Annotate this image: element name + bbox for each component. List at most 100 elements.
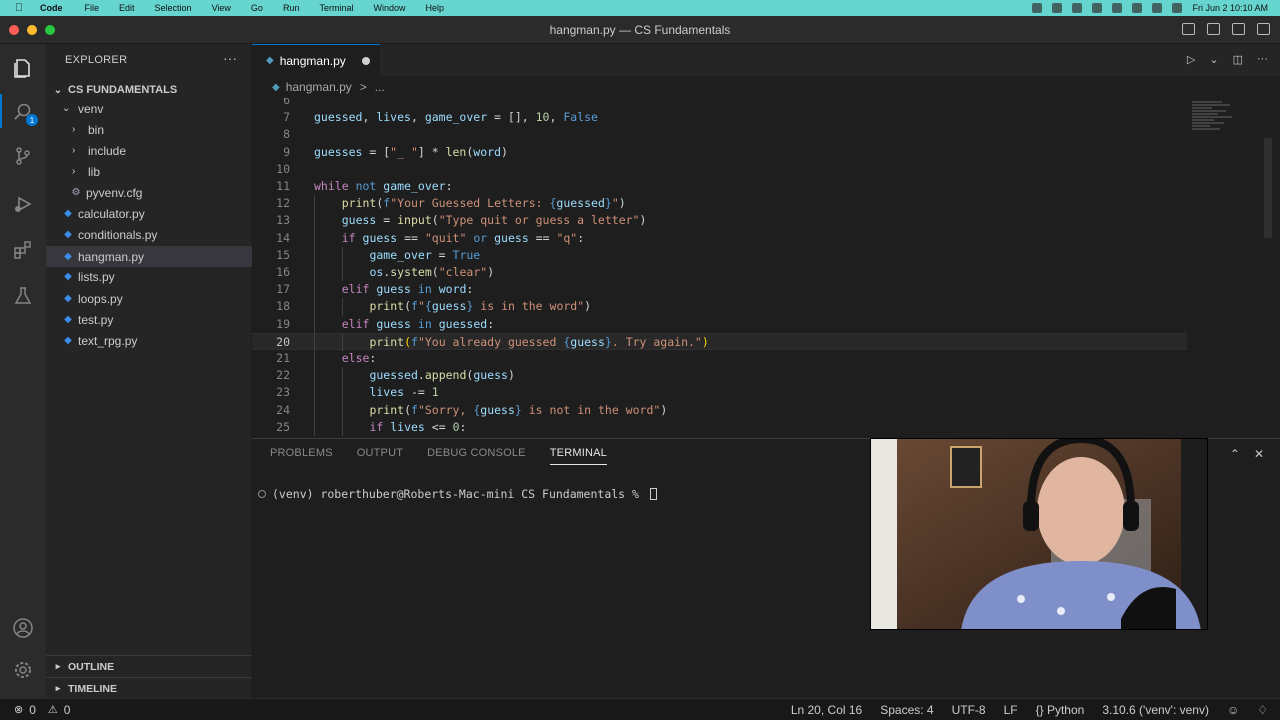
tree-file-pyvenv-cfg[interactable]: ⚙ pyvenv.cfg xyxy=(46,182,252,203)
user-icon[interactable] xyxy=(1172,3,1183,13)
code-line[interactable]: 15 game_over = True xyxy=(252,246,1187,264)
toggle-panel-icon[interactable] xyxy=(1207,23,1220,35)
notifications-bell-icon[interactable]: ♢ xyxy=(1257,703,1268,717)
customize-layout-icon[interactable] xyxy=(1257,23,1270,35)
tree-file-conditionals-py[interactable]: ◆ conditionals.py xyxy=(46,224,252,245)
code-line[interactable]: 11 while not game_over: xyxy=(252,178,1187,195)
code-line[interactable]: 7 guessed, lives, game_over = [], 10, Fal… xyxy=(252,109,1187,126)
code-line[interactable]: 13 guess = input("Type quit or guess a le… xyxy=(252,212,1187,230)
code-line[interactable]: 12 print(f"Your Guessed Letters: {guessed… xyxy=(252,195,1187,213)
tree-file-text-rpg-py[interactable]: ◆ text_rpg.py xyxy=(46,330,252,351)
code-text: while not game_over: xyxy=(314,179,453,193)
python-interpreter[interactable]: 3.10.6 ('venv': venv) xyxy=(1102,703,1209,717)
code-line[interactable]: 17 elif guess in word: xyxy=(252,281,1187,299)
control-center-icon[interactable] xyxy=(1152,3,1163,13)
menu-go[interactable]: Go xyxy=(251,3,263,13)
code-line[interactable]: 25 if lives <= 0: xyxy=(252,418,1187,436)
tab-debug-console[interactable]: DEBUG CONSOLE xyxy=(427,447,526,465)
menu-app-name[interactable]: Code xyxy=(40,3,63,13)
timeline-section-header[interactable]: ▸ TIMELINE xyxy=(46,677,252,699)
menu-view[interactable]: View xyxy=(212,3,231,13)
menubar-clock[interactable]: Fri Jun 2 10:10 AM xyxy=(1192,3,1268,13)
close-panel-icon[interactable]: ✕ xyxy=(1254,447,1264,461)
code-line[interactable]: 16 os.system("clear") xyxy=(252,264,1187,282)
explorer-more-actions[interactable]: ··· xyxy=(223,50,237,66)
tab-hangman-py[interactable]: ◆ hangman.py xyxy=(252,44,380,76)
code-line[interactable]: 19 elif guess in guessed: xyxy=(252,315,1187,333)
tree-file-calculator-py[interactable]: ◆ calculator.py xyxy=(46,203,252,224)
explorer-icon[interactable] xyxy=(11,56,35,80)
tree-file-test-py[interactable]: ◆ test.py xyxy=(46,309,252,330)
code-line[interactable]: 24 print(f"Sorry, {guess} is not in the w… xyxy=(252,401,1187,419)
tab-terminal[interactable]: TERMINAL xyxy=(549,447,607,465)
tab-problems[interactable]: PROBLEMS xyxy=(270,447,333,465)
indent-guide xyxy=(314,195,315,213)
feedback-icon[interactable]: ☺ xyxy=(1227,703,1239,717)
status-play-icon[interactable] xyxy=(1092,3,1103,13)
end-of-line[interactable]: LF xyxy=(1004,703,1018,717)
menu-terminal[interactable]: Terminal xyxy=(319,3,353,13)
apple-menu-icon[interactable]:  xyxy=(12,1,26,15)
code-line[interactable]: 20 print(f"You already guessed {guess}. T… xyxy=(252,332,1187,351)
extensions-icon[interactable] xyxy=(11,238,35,262)
spotlight-search-icon[interactable] xyxy=(1132,3,1143,13)
macos-menubar:  Code File Edit Selection View Go Run T… xyxy=(0,0,1280,16)
menu-help[interactable]: Help xyxy=(425,3,444,13)
minimap[interactable] xyxy=(1192,100,1236,140)
code-line[interactable]: 18 print(f"{guess} is in the word") xyxy=(252,298,1187,316)
status-record-icon[interactable] xyxy=(1072,3,1083,13)
tree-file-hangman-py[interactable]: ◆ hangman.py xyxy=(46,246,252,267)
outline-section-header[interactable]: ▸ OUTLINE xyxy=(46,655,252,677)
language-mode[interactable]: {} Python xyxy=(1036,703,1085,717)
editor-scrollbar[interactable] xyxy=(1264,138,1272,238)
toggle-sidebar-icon[interactable] xyxy=(1182,23,1195,35)
settings-gear-icon[interactable] xyxy=(11,658,35,682)
source-control-icon[interactable] xyxy=(11,144,35,168)
run-python-file-icon[interactable]: ▷ xyxy=(1187,53,1195,66)
indentation[interactable]: Spaces: 4 xyxy=(880,703,933,717)
code-line[interactable]: 6 xyxy=(252,98,1187,109)
menu-edit[interactable]: Edit xyxy=(119,3,135,13)
tree-file-lists-py[interactable]: ◆ lists.py xyxy=(46,266,252,287)
problems-indicator[interactable]: ⊗ 0 ⚠ 0 xyxy=(14,703,70,717)
menu-window[interactable]: Window xyxy=(373,3,405,13)
split-editor-icon[interactable]: ◫ xyxy=(1233,53,1243,66)
tree-folder-bin[interactable]: › bin xyxy=(46,119,252,140)
status-sync-icon[interactable] xyxy=(1052,3,1063,13)
tree-file-loops-py[interactable]: ◆ loops.py xyxy=(46,288,252,309)
menu-file[interactable]: File xyxy=(85,3,100,13)
menu-selection[interactable]: Selection xyxy=(155,3,192,13)
code-line[interactable]: 21 else: xyxy=(252,350,1187,368)
run-debug-icon[interactable] xyxy=(11,192,35,216)
breadcrumb-file[interactable]: hangman.py xyxy=(286,80,352,94)
accounts-icon[interactable] xyxy=(11,616,35,640)
line-number: 9 xyxy=(283,144,290,159)
terminal-output[interactable]: (venv) roberthuber@Roberts-Mac-mini CS F… xyxy=(258,487,657,501)
workspace-folder-header[interactable]: ⌄ CS FUNDAMENTALS xyxy=(46,80,252,100)
cursor-position[interactable]: Ln 20, Col 16 xyxy=(791,703,862,717)
testing-flask-icon[interactable] xyxy=(11,284,35,308)
tree-folder-include[interactable]: › include xyxy=(46,140,252,161)
wifi-icon[interactable] xyxy=(1112,3,1123,13)
run-dropdown-chevron-icon[interactable]: ⌄ xyxy=(1209,53,1218,66)
toggle-secondary-sidebar-icon[interactable] xyxy=(1232,23,1245,35)
code-line[interactable]: 14 if guess == "quit" or guess == "q": xyxy=(252,229,1187,247)
more-actions-icon[interactable]: ··· xyxy=(1257,53,1268,66)
maximize-panel-icon[interactable]: ⌃ xyxy=(1230,447,1240,461)
tab-output[interactable]: OUTPUT xyxy=(357,447,403,465)
code-line[interactable]: 23 lives -= 1 xyxy=(252,384,1187,402)
python-file-icon: ◆ xyxy=(64,335,72,346)
breadcrumb-symbol[interactable]: ... xyxy=(375,80,385,94)
status-app-icon[interactable] xyxy=(1032,3,1043,13)
code-editor[interactable]: 6 7 guessed, lives, game_over = [], 10, Fa… xyxy=(252,98,1280,436)
code-line[interactable]: 10 xyxy=(252,161,1187,178)
code-line[interactable]: 22 guessed.append(guess) xyxy=(252,367,1187,385)
tree-folder-venv[interactable]: ⌄ venv xyxy=(46,98,252,119)
code-line[interactable]: 8 xyxy=(252,126,1187,143)
file-encoding[interactable]: UTF-8 xyxy=(952,703,986,717)
code-line[interactable]: 9 guesses = ["_ "] * len(word) xyxy=(252,144,1187,161)
tree-folder-lib[interactable]: › lib xyxy=(46,161,252,182)
unsaved-dot-icon[interactable] xyxy=(362,57,370,65)
search-icon[interactable] xyxy=(11,100,35,124)
menu-run[interactable]: Run xyxy=(283,3,300,13)
